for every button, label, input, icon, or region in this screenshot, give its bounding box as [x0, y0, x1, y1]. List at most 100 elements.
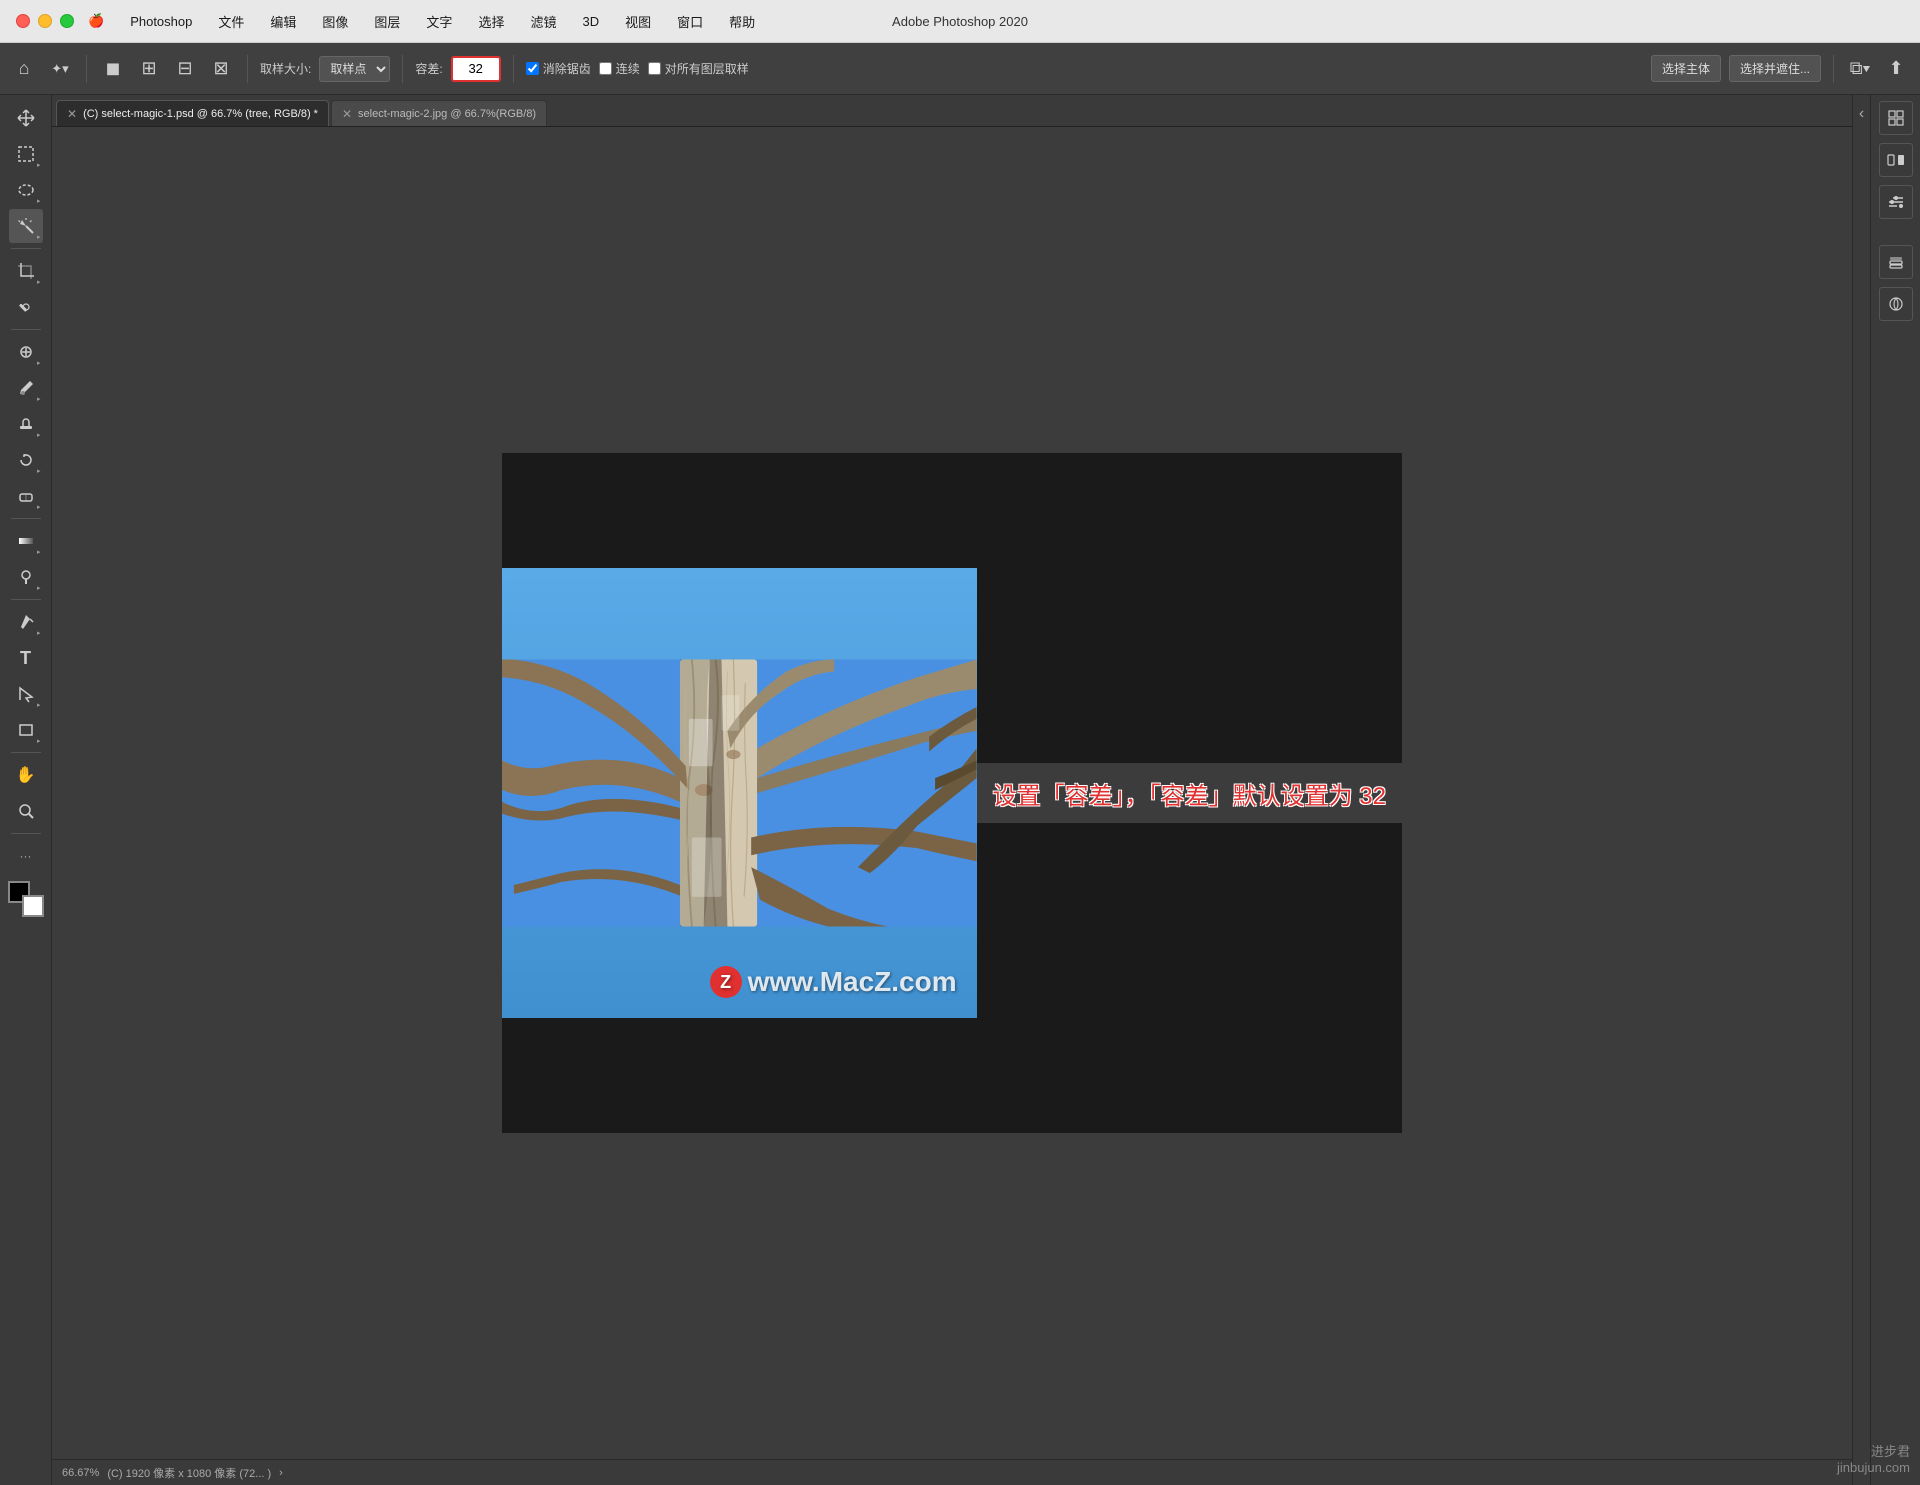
tool-separator-6 — [11, 833, 41, 834]
tool-separator-4 — [11, 599, 41, 600]
bottom-right-watermark: 进步君 jinbujun.com — [1837, 1441, 1910, 1475]
tab-psd[interactable]: ✕ (C) select-magic-1.psd @ 66.7% (tree, … — [56, 100, 329, 126]
separator-5 — [1833, 55, 1834, 83]
canvas-area: ✕ (C) select-magic-1.psd @ 66.7% (tree, … — [52, 95, 1852, 1485]
right-panel-toggle[interactable]: ‹ — [1852, 95, 1870, 1485]
tab-label-psd: (C) select-magic-1.psd @ 66.7% (tree, RG… — [83, 108, 318, 120]
eyedropper-tool[interactable] — [9, 290, 43, 324]
heal-tool[interactable]: ▸ — [9, 335, 43, 369]
left-tool-panel: ▸ ▸ ▸ ▸ — [0, 95, 52, 1485]
history-tool[interactable]: ▸ — [9, 443, 43, 477]
marquee-tool[interactable]: ▸ — [9, 137, 43, 171]
tab-jpg[interactable]: ✕ select-magic-2.jpg @ 66.7%(RGB/8) — [331, 100, 547, 126]
rectangle-tool[interactable]: ▸ — [9, 713, 43, 747]
canvas-document: Z www.MacZ.com 设置「容差」，「容差」默认设置为 32 — [502, 453, 1402, 1133]
stamp-tool[interactable]: ▸ — [9, 407, 43, 441]
canvas-viewport: Z www.MacZ.com 设置「容差」，「容差」默认设置为 32 — [52, 127, 1852, 1459]
tolerance-label: 容差: — [415, 60, 442, 77]
menu-select[interactable]: 选择 — [474, 10, 508, 33]
add-selection-icon[interactable]: ⊞ — [135, 55, 163, 83]
home-icon[interactable]: ⌂ — [10, 55, 38, 83]
fullscreen-button[interactable] — [60, 14, 74, 28]
text-tool[interactable]: T — [9, 641, 43, 675]
intersect-selection-icon[interactable]: ⊠ — [207, 55, 235, 83]
share-icon[interactable]: ⬆ — [1882, 55, 1910, 83]
hand-tool[interactable]: ✋ — [9, 758, 43, 792]
path-selection-tool[interactable]: ▸ — [9, 677, 43, 711]
new-selection-icon[interactable]: ◼ — [99, 55, 127, 83]
menu-file[interactable]: 文件 — [214, 10, 248, 33]
contiguous-checkbox[interactable]: 连续 — [599, 60, 640, 77]
adjustments-icon[interactable] — [1879, 185, 1913, 219]
minimize-button[interactable] — [38, 14, 52, 28]
status-info: (C) 1920 像素 x 1080 像素 (72... ) — [107, 1465, 271, 1481]
menu-image[interactable]: 图像 — [318, 10, 352, 33]
magic-wand-tool[interactable]: ▸ — [9, 209, 43, 243]
libraries-icon[interactable] — [1879, 101, 1913, 135]
lasso-tool[interactable]: ▸ — [9, 173, 43, 207]
close-button[interactable] — [16, 14, 30, 28]
menu-help[interactable]: 帮助 — [725, 10, 759, 33]
separator-4 — [513, 55, 514, 83]
subtract-selection-icon[interactable]: ⊟ — [171, 55, 199, 83]
tool-separator-1 — [11, 248, 41, 249]
tool-separator-3 — [11, 518, 41, 519]
move-tool[interactable] — [9, 101, 43, 135]
options-toolbar: ⌂ ✦▾ ◼ ⊞ ⊟ ⊠ 取样大小: 取样点 容差: 消除锯齿 连续 对所有图层… — [0, 43, 1920, 95]
tab-close-jpg[interactable]: ✕ — [342, 107, 352, 121]
menu-text[interactable]: 文字 — [422, 10, 456, 33]
zoom-level: 66.67% — [62, 1467, 99, 1479]
dodge-tool[interactable]: ▸ — [9, 560, 43, 594]
select-subject-button[interactable]: 选择主体 — [1651, 55, 1721, 82]
tab-bar: ✕ (C) select-magic-1.psd @ 66.7% (tree, … — [52, 95, 1852, 127]
brush-tool[interactable]: ▸ — [9, 371, 43, 405]
background-color[interactable] — [22, 895, 44, 917]
watermark-logo: Z — [710, 966, 742, 998]
status-arrow: › — [279, 1467, 283, 1479]
separator-3 — [402, 55, 403, 83]
menu-photoshop[interactable]: Photoshop — [126, 12, 196, 31]
main-area: ▸ ▸ ▸ ▸ — [0, 95, 1920, 1485]
menu-layer[interactable]: 图层 — [370, 10, 404, 33]
sample-all-layers-checkbox[interactable]: 对所有图层取样 — [648, 60, 749, 77]
canvas-image[interactable]: Z www.MacZ.com — [502, 568, 977, 1018]
tolerance-input[interactable] — [451, 56, 501, 82]
separator-1 — [86, 55, 87, 83]
sample-size-select[interactable]: 取样点 — [319, 56, 390, 82]
tab-label-jpg: select-magic-2.jpg @ 66.7%(RGB/8) — [358, 108, 536, 120]
pen-tool[interactable]: ▸ — [9, 605, 43, 639]
layers-icon[interactable] — [1879, 245, 1913, 279]
properties-icon[interactable] — [1879, 143, 1913, 177]
select-and-mask-button[interactable]: 选择并遮住... — [1729, 55, 1821, 82]
menu-edit[interactable]: 编辑 — [266, 10, 300, 33]
caption-area: 设置「容差」，「容差」默认设置为 32 — [977, 763, 1402, 823]
title-bar: 🍎 Photoshop 文件 编辑 图像 图层 文字 选择 滤镜 3D 视图 窗… — [0, 0, 1920, 43]
more-tools[interactable]: ··· — [9, 839, 43, 873]
channels-icon[interactable] — [1879, 287, 1913, 321]
color-picker[interactable] — [8, 881, 44, 917]
menu-bar: 🍎 Photoshop 文件 编辑 图像 图层 文字 选择 滤镜 3D 视图 窗… — [84, 10, 759, 33]
apple-menu[interactable]: 🍎 — [84, 11, 108, 31]
tool-separator-5 — [11, 752, 41, 753]
separator-2 — [247, 55, 248, 83]
eraser-tool[interactable]: ▸ — [9, 479, 43, 513]
quick-selection-tool-icon[interactable]: ✦▾ — [46, 55, 74, 83]
watermark: Z www.MacZ.com — [710, 966, 957, 998]
tab-close-psd[interactable]: ✕ — [67, 107, 77, 121]
menu-filter[interactable]: 滤镜 — [526, 10, 560, 33]
status-bar: 66.67% (C) 1920 像素 x 1080 像素 (72... ) › — [52, 1459, 1852, 1485]
window-title: Adobe Photoshop 2020 — [892, 14, 1028, 29]
menu-window[interactable]: 窗口 — [673, 10, 707, 33]
gradient-tool[interactable]: ▸ — [9, 524, 43, 558]
bottom-watermark-line2: jinbujun.com — [1837, 1460, 1910, 1475]
anti-alias-checkbox[interactable]: 消除锯齿 — [526, 60, 591, 77]
watermark-text: www.MacZ.com — [748, 966, 957, 998]
menu-3d[interactable]: 3D — [578, 12, 603, 31]
tool-separator-2 — [11, 329, 41, 330]
menu-view[interactable]: 视图 — [621, 10, 655, 33]
arrange-icon[interactable]: ⧉▾ — [1846, 55, 1874, 83]
zoom-tool[interactable] — [9, 794, 43, 828]
collapse-arrow: ‹ — [1859, 105, 1864, 123]
crop-tool[interactable]: ▸ — [9, 254, 43, 288]
bottom-watermark-line1: 进步君 — [1837, 1441, 1910, 1460]
